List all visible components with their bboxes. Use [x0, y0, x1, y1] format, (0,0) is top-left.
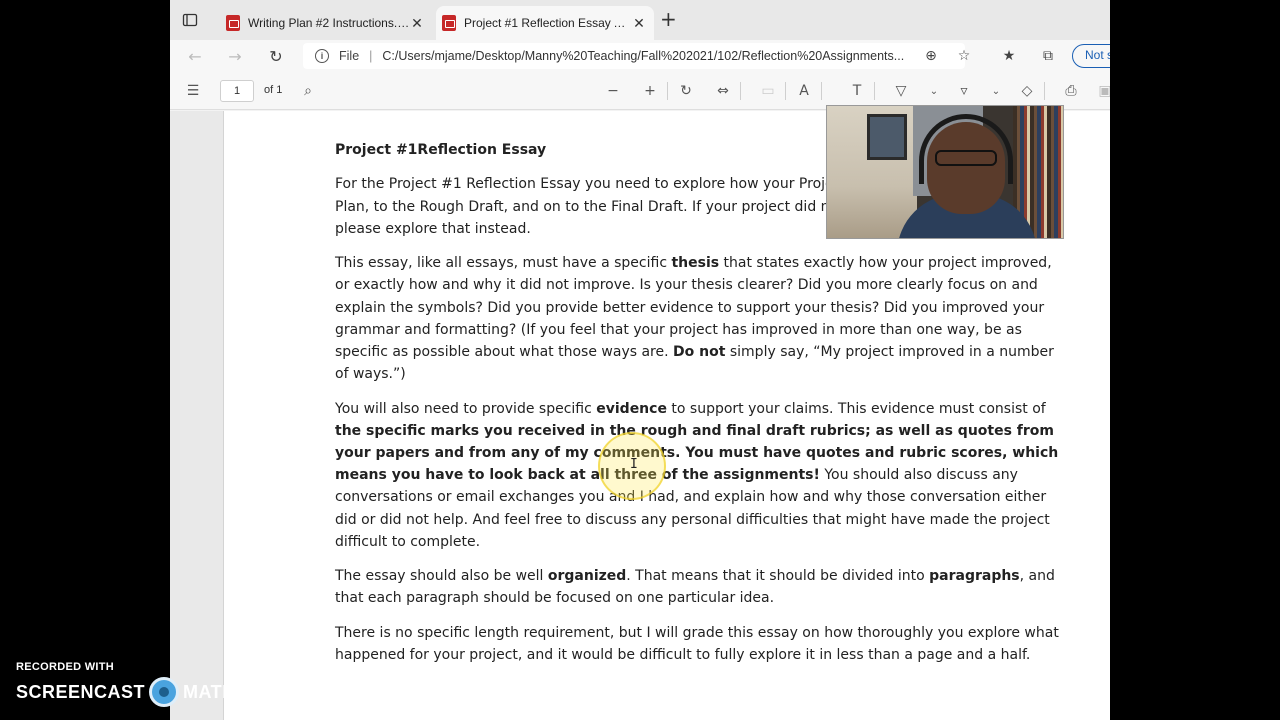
pdf-icon: [226, 15, 240, 31]
chevron-down-icon[interactable]: ⌄: [925, 82, 943, 100]
text-box-icon[interactable]: T: [848, 82, 866, 100]
search-icon[interactable]: ⌕: [299, 82, 317, 100]
logo-lens-icon: [149, 677, 180, 707]
highlight-icon[interactable]: ▿: [955, 82, 973, 100]
zoom-out-icon[interactable]: −: [604, 82, 622, 100]
collections-icon[interactable]: ⧉: [1039, 47, 1057, 65]
add-favorite-icon[interactable]: ☆: [955, 47, 973, 65]
paragraph-3: You will also need to provide specific e…: [335, 400, 1059, 550]
address-toolbar: ← → ↻ i File | C:/Users/mjame/Desktop/Ma…: [170, 40, 1110, 72]
draw-icon[interactable]: ▽: [892, 82, 910, 100]
logo-word-right: MATIC: [183, 681, 242, 702]
favorites-icon[interactable]: ★: [1000, 47, 1018, 65]
webcam-overlay: [826, 105, 1064, 239]
toolbar-divider: [667, 82, 668, 100]
sync-button[interactable]: Not s: [1072, 44, 1110, 68]
tab-reflection-essay[interactable]: Project #1 Reflection Essay Assig ✕: [436, 6, 654, 40]
tab-title: Project #1 Reflection Essay Assig: [464, 16, 632, 30]
forward-icon[interactable]: →: [226, 47, 244, 66]
rotate-icon[interactable]: ↻: [677, 82, 695, 100]
fit-page-icon[interactable]: ⇔: [714, 82, 732, 100]
tab-strip: Writing Plan #2 Instructions.pdf ✕ Proje…: [170, 0, 1110, 40]
address-bar[interactable]: i File | C:/Users/mjame/Desktop/Manny%20…: [303, 43, 965, 69]
toolbar-divider: [1044, 82, 1045, 100]
screen-recording: Writing Plan #2 Instructions.pdf ✕ Proje…: [0, 0, 1280, 720]
tab-actions-icon[interactable]: [182, 12, 198, 28]
url-text[interactable]: C:/Users/mjame/Desktop/Manny%20Teaching/…: [382, 49, 965, 63]
contents-icon[interactable]: ☰: [184, 82, 202, 100]
toolbar-divider: [740, 82, 741, 100]
tab-writing-plan[interactable]: Writing Plan #2 Instructions.pdf ✕: [220, 6, 432, 40]
back-icon[interactable]: ←: [186, 47, 204, 66]
screencastomatic-logo: SCREENCAST MATIC: [16, 677, 242, 707]
paragraph-2: This essay, like all essays, must have a…: [335, 255, 1054, 383]
text-cursor-icon: I: [630, 457, 638, 472]
toolbar-divider: [785, 82, 786, 100]
url-separator: |: [369, 49, 373, 63]
wall-picture: [867, 114, 907, 160]
page-total: of 1: [264, 84, 283, 96]
tab-title: Writing Plan #2 Instructions.pdf: [248, 16, 410, 30]
paragraph-4: The essay should also be well organized.…: [335, 568, 1055, 607]
toolbar-divider: [874, 82, 875, 100]
save-icon[interactable]: ▣: [1096, 82, 1110, 100]
paragraph-5: There is no specific length requirement,…: [335, 624, 1059, 663]
chevron-down-icon[interactable]: ⌄: [987, 82, 1005, 100]
page-view-icon[interactable]: ▭: [759, 82, 777, 100]
zoom-icon[interactable]: ⊕: [922, 47, 940, 65]
page-number-input[interactable]: 1: [220, 80, 254, 102]
new-tab-icon[interactable]: +: [660, 9, 677, 29]
erase-icon[interactable]: ◇: [1018, 82, 1036, 100]
logo-word-left: SCREENCAST: [16, 681, 146, 702]
refresh-icon[interactable]: ↻: [267, 47, 285, 66]
toolbar-divider: [821, 82, 822, 100]
url-scheme: File: [339, 49, 360, 63]
close-icon[interactable]: ✕: [410, 15, 424, 31]
read-aloud-icon[interactable]: A: [795, 82, 813, 100]
info-icon[interactable]: i: [315, 49, 329, 63]
watermark-recorded-text: RECORDED WITH: [16, 661, 115, 673]
pdf-icon: [442, 15, 456, 31]
close-icon[interactable]: ✕: [632, 15, 646, 31]
print-icon[interactable]: ⎙: [1062, 82, 1080, 100]
zoom-in-icon[interactable]: +: [641, 82, 659, 100]
